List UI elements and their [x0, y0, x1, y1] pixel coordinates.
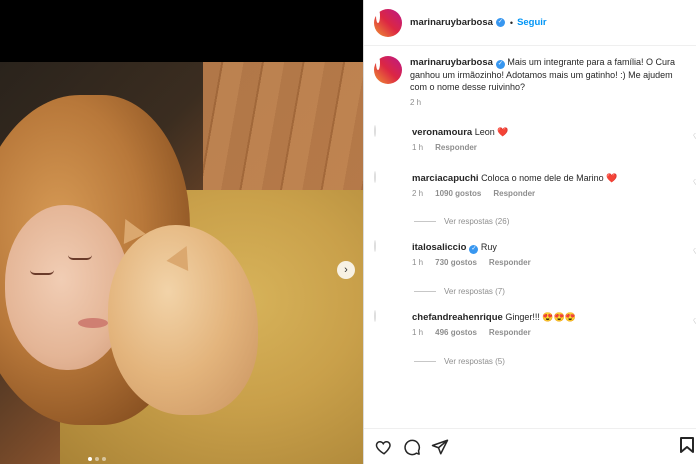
- comment-item: veronamoura Leon ❤️ 1 hResponder ♡: [374, 125, 696, 154]
- commenter-avatar[interactable]: [374, 171, 402, 200]
- photo-top-band: [0, 0, 363, 62]
- heart-icon[interactable]: [374, 437, 394, 457]
- comment-time[interactable]: 2 h: [412, 189, 423, 198]
- view-replies-label[interactable]: Ver respostas (5): [444, 357, 505, 366]
- eye-right: [68, 255, 92, 260]
- commenter-username[interactable]: marciacapuchi: [412, 173, 479, 184]
- verified-badge-icon: ✓: [495, 18, 505, 27]
- commenter-username[interactable]: chefandreahenrique: [412, 312, 503, 323]
- carousel-dot: [102, 457, 106, 461]
- author-username[interactable]: marinaruybarbosa: [410, 17, 493, 28]
- commenter-username[interactable]: veronamoura: [412, 127, 472, 138]
- comment-text: Coloca o nome dele de Marino ❤️: [481, 173, 618, 183]
- post-caption: marinaruybarbosa ✓ Mais um integrante par…: [374, 56, 694, 109]
- comment-likes[interactable]: 1090 gostos: [435, 189, 481, 198]
- caption-time[interactable]: 2 h: [410, 98, 421, 107]
- commenter-avatar[interactable]: [374, 310, 402, 339]
- view-replies[interactable]: Ver respostas (26): [414, 217, 509, 226]
- eye-left: [30, 270, 54, 275]
- reply-button[interactable]: Responder: [493, 189, 535, 198]
- carousel-dots: [88, 457, 106, 461]
- instagram-post-view: › marinaruybarbosa ✓ • Seguir marinaruyb…: [0, 0, 696, 464]
- replies-divider: [414, 361, 436, 362]
- comment-time[interactable]: 1 h: [412, 143, 423, 152]
- view-replies-label[interactable]: Ver respostas (26): [444, 217, 509, 226]
- comment-text: Leon ❤️: [474, 127, 509, 137]
- commenter-avatar[interactable]: [374, 240, 402, 269]
- replies-divider: [414, 291, 436, 292]
- view-replies[interactable]: Ver respostas (7): [414, 287, 505, 296]
- caption-username[interactable]: marinaruybarbosa: [410, 57, 493, 68]
- send-icon[interactable]: [430, 437, 450, 457]
- comment-time[interactable]: 1 h: [412, 258, 423, 267]
- follow-button[interactable]: Seguir: [517, 17, 547, 28]
- lips: [78, 318, 108, 328]
- carousel-dot: [95, 457, 99, 461]
- comment-item: chefandreahenrique Ginger!!! 😍😍😍 1 h 496 …: [374, 310, 696, 339]
- comment-likes[interactable]: 730 gostos: [435, 258, 477, 267]
- commenter-username[interactable]: italosaliccio: [412, 242, 466, 253]
- replies-divider: [414, 221, 436, 222]
- view-replies-label[interactable]: Ver respostas (7): [444, 287, 505, 296]
- author-avatar[interactable]: [374, 8, 402, 37]
- commenter-avatar[interactable]: [374, 125, 402, 154]
- author-avatar[interactable]: [374, 56, 402, 84]
- chevron-right-icon[interactable]: ›: [337, 261, 355, 279]
- reply-button[interactable]: Responder: [489, 328, 531, 337]
- bookmark-icon[interactable]: [680, 437, 694, 453]
- verified-badge-icon: ✓: [495, 60, 505, 69]
- reply-button[interactable]: Responder: [489, 258, 531, 267]
- view-replies[interactable]: Ver respostas (5): [414, 357, 505, 366]
- action-bar: [364, 428, 696, 464]
- comment-text: Ginger!!! 😍😍😍: [505, 312, 576, 322]
- comment-text: Ruy: [480, 242, 497, 252]
- post-sidebar: marinaruybarbosa ✓ • Seguir marinaruybar…: [363, 0, 696, 464]
- post-photo[interactable]: ›: [0, 0, 363, 464]
- comment-icon[interactable]: [402, 437, 422, 457]
- comment-item: marciacapuchi Coloca o nome dele de Mari…: [374, 171, 696, 200]
- carousel-dot: [88, 457, 92, 461]
- comment-likes[interactable]: 496 gostos: [435, 328, 477, 337]
- comment-time[interactable]: 1 h: [412, 328, 423, 337]
- verified-badge-icon: ✓: [469, 245, 479, 254]
- separator: •: [509, 17, 514, 28]
- comment-item: italosaliccio ✓ Ruy 1 h 730 gostos Responde…: [374, 240, 696, 269]
- post-header: marinaruybarbosa ✓ • Seguir: [364, 0, 696, 46]
- reply-button[interactable]: Responder: [435, 143, 477, 152]
